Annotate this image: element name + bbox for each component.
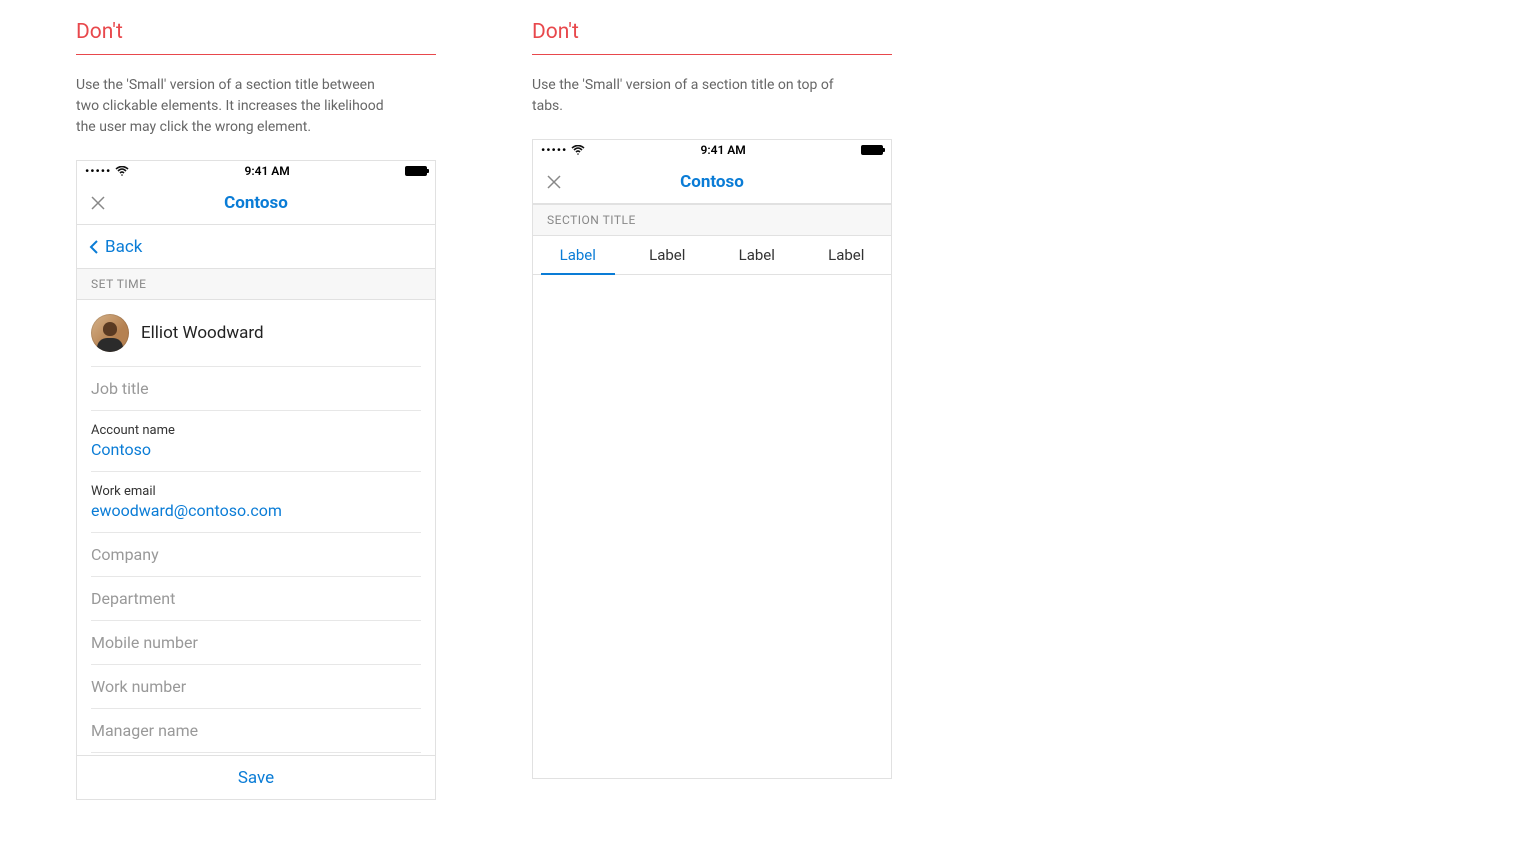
close-icon[interactable] [89,194,107,212]
back-label: Back [105,237,142,257]
section-title: SECTION TITLE [533,204,891,236]
nav-bar: Contoso [77,181,435,225]
work-number-placeholder: Work number [91,677,421,696]
job-title-placeholder: Job title [91,379,421,398]
contact-name: Elliot Woodward [141,323,264,343]
example-b: Don't Use the 'Small' version of a secti… [532,20,892,800]
wifi-icon [115,166,129,176]
save-label: Save [238,768,274,788]
tab-3[interactable]: Label [802,236,892,274]
empty-content [533,275,891,778]
company-placeholder: Company [91,545,421,564]
battery-icon [405,166,427,176]
dont-heading: Don't [532,20,892,55]
department-placeholder: Department [91,589,421,608]
dont-heading: Don't [76,20,436,55]
avatar [91,314,129,352]
phone-mockup: ••••• 9:41 AM Contoso SECTION TITLE L [532,139,892,779]
tab-1[interactable]: Label [623,236,713,274]
back-button[interactable]: Back [77,225,435,269]
work-number-field[interactable]: Work number [91,664,421,708]
tab-0[interactable]: Label [533,236,623,274]
department-field[interactable]: Department [91,576,421,620]
account-name-label: Account name [91,423,421,438]
company-field[interactable]: Company [91,532,421,576]
nav-bar: Contoso [533,160,891,204]
nav-title: Contoso [533,172,891,192]
caption-text: Use the 'Small' version of a section tit… [76,75,396,138]
tab-2[interactable]: Label [712,236,802,274]
work-email-value: ewoodward@contoso.com [91,501,421,520]
nav-title: Contoso [77,193,435,213]
section-title: SET TIME [77,269,435,300]
chevron-left-icon [89,239,99,255]
mobile-number-field[interactable]: Mobile number [91,620,421,664]
save-button[interactable]: Save [77,755,435,799]
signal-dots: ••••• [541,143,567,157]
status-bar: ••••• 9:41 AM [533,140,891,160]
caption-text: Use the 'Small' version of a section tit… [532,75,852,117]
close-icon[interactable] [545,173,563,191]
manager-name-field[interactable]: Manager name [91,708,421,752]
form-scroll: Elliot Woodward Job title Account name C… [77,300,435,755]
account-name-field[interactable]: Account name Contoso [91,410,421,471]
battery-icon [861,145,883,155]
account-name-value: Contoso [91,440,421,459]
wifi-icon [571,145,585,155]
phone-mockup: ••••• 9:41 AM Contoso [76,160,436,800]
example-a: Don't Use the 'Small' version of a secti… [76,20,436,800]
tabs: Label Label Label Label [533,236,891,275]
contact-header[interactable]: Elliot Woodward [77,300,435,366]
work-email-label: Work email [91,484,421,499]
status-bar: ••••• 9:41 AM [77,161,435,181]
manager-name-placeholder: Manager name [91,721,421,740]
job-title-field[interactable]: Job title [91,366,421,410]
work-email-field[interactable]: Work email ewoodward@contoso.com [91,471,421,532]
status-time: 9:41 AM [700,143,745,157]
status-time: 9:41 AM [244,164,289,178]
mobile-number-placeholder: Mobile number [91,633,421,652]
signal-dots: ••••• [85,164,111,178]
